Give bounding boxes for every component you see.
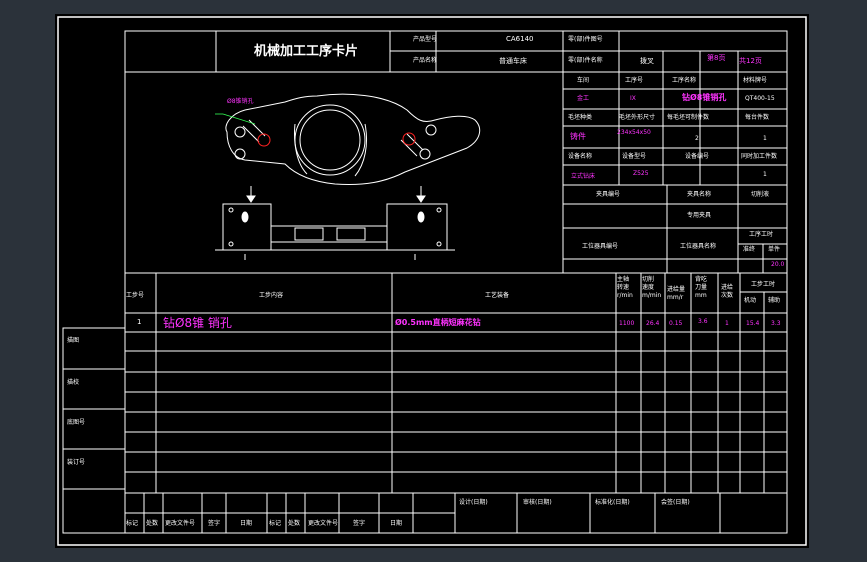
cutspeed-header: 切削 速度 m/min [642, 276, 662, 299]
aux-value: 3.3 [771, 320, 781, 327]
cad-viewport[interactable]: 机械加工工序卡片 产品型号 CA6140 产品名称 普通车床 零(部)件图号 零… [55, 14, 809, 548]
coolant-label: 切削液 [751, 191, 770, 198]
product-model-label: 产品型号 [413, 36, 438, 43]
passes-value: 1 [725, 320, 729, 327]
material-label: 材料牌号 [743, 77, 768, 84]
station-no-label: 工位器具编号 [582, 243, 619, 250]
equip-name-label: 设备名称 [568, 153, 593, 160]
rev-sign-2: 签字 [353, 520, 366, 527]
material-value: QT400-15 [745, 95, 775, 102]
rev-doc-2: 更改文件号 [308, 520, 339, 527]
blank-type-value: 铸件 [570, 132, 586, 141]
op-no-label: 工序号 [625, 77, 644, 84]
step-no: 1 [137, 318, 142, 326]
design-label: 设计(日期) [459, 499, 488, 506]
parts-per-label: 每台件数 [745, 114, 770, 121]
product-model-value: CA6140 [506, 35, 534, 43]
time-label: 工序工时 [749, 231, 774, 238]
step-time-header: 工步工时 [751, 281, 776, 288]
rev-mark-2: 标记 [269, 520, 282, 527]
equip-model-value: Z525 [633, 170, 649, 177]
sheet-no: 第8页 [707, 54, 726, 62]
step-content: 钻Ø8锥 销孔 [163, 316, 232, 330]
station-name-label: 工位器具名称 [680, 243, 717, 250]
rev-mark-1: 标记 [126, 520, 139, 527]
equip-no-label: 设备编号 [685, 153, 710, 160]
product-name-value: 普通车床 [499, 57, 527, 65]
fixture-no-label: 夹具编号 [596, 191, 621, 198]
workshop-label: 车间 [577, 77, 590, 84]
rev-doc-1: 更改文件号 [165, 520, 196, 527]
part-no-label: 零(部)件图号 [568, 36, 603, 43]
blank-size-value: 234x54x50 [617, 129, 651, 136]
unit-label: 单件 [768, 246, 781, 253]
depth-header: 背吃 刀量 mm [695, 276, 708, 299]
product-name-label: 产品名称 [413, 57, 438, 64]
equip-model-label: 设备型号 [622, 153, 647, 160]
step-no-header: 工步号 [126, 292, 145, 299]
feed-value: 0.15 [669, 320, 683, 327]
passes-header: 进给 次数 [721, 284, 734, 299]
sign-label: 会签(日期) [661, 499, 690, 506]
callout-leader [215, 113, 256, 125]
cutspeed-value: 26.4 [646, 320, 660, 327]
step-content-header: 工步内容 [259, 292, 284, 299]
rev-count-2: 处数 [288, 520, 301, 527]
workshop-value: 金工 [577, 95, 590, 102]
rev-date-2: 日期 [390, 520, 403, 527]
op-name-label: 工序名称 [672, 77, 697, 84]
hole-markers [257, 132, 416, 147]
part-front-view [215, 203, 455, 260]
standard-label: 标准化(日期) [595, 499, 630, 506]
blank-type-label: 毛坯种类 [568, 114, 593, 121]
machine-value: 15.4 [746, 320, 760, 327]
side-label-check: 描校 [67, 379, 80, 386]
equip-name-value: 立式钻床 [571, 173, 596, 180]
step-equip-header: 工艺装备 [485, 292, 510, 299]
simul-value: 1 [763, 171, 767, 178]
machine-header: 机动 [744, 297, 757, 304]
review-label: 审核(日期) [523, 499, 552, 506]
prep-label: 准终 [743, 246, 756, 253]
side-label-base-no: 底图号 [67, 419, 86, 426]
part-name-value: 拨叉 [640, 57, 654, 65]
op-no-value: IX [630, 95, 636, 102]
rev-count-1: 处数 [146, 520, 159, 527]
spindle-value: 1100 [619, 320, 635, 327]
spindle-header: 主轴 转速 r/min [617, 276, 633, 299]
blanks-per-label: 每毛坯可制件数 [667, 114, 710, 121]
part-top-view [225, 93, 481, 185]
rev-date-1: 日期 [240, 520, 253, 527]
unit-value: 20.0 [771, 261, 785, 268]
simul-label: 同时加工件数 [741, 153, 778, 160]
side-label-trace: 描图 [67, 337, 80, 344]
op-name-value: 钻Ø8锥销孔 [682, 93, 727, 102]
part-name-label: 零(部)件名称 [568, 57, 603, 64]
card-title: 机械加工工序卡片 [254, 44, 359, 59]
feed-header: 进给量 mm/r [667, 286, 686, 301]
side-label-binding-no: 装订号 [67, 459, 86, 466]
blank-size-label: 毛坯外形尺寸 [619, 114, 656, 121]
fixture-name-value: 专用夹具 [687, 212, 712, 219]
rev-sign-1: 签字 [208, 520, 221, 527]
blanks-per-value: 2 [695, 135, 699, 142]
step-equip: Ø0.5mm直柄短麻花钻 [395, 318, 481, 327]
hole-callout: Ø8锥销孔 [227, 98, 254, 105]
depth-value: 3.6 [698, 318, 708, 325]
parts-per-value: 1 [763, 135, 767, 142]
sheet-total: 共12页 [739, 57, 762, 65]
fixture-name-label: 夹具名称 [687, 191, 712, 198]
aux-header: 辅助 [768, 297, 781, 304]
